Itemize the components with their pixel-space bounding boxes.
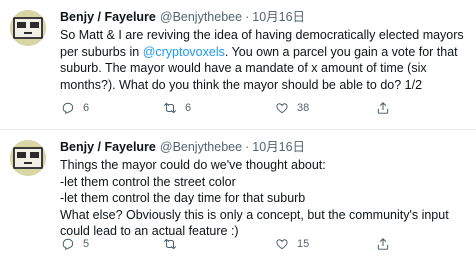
separator: · — [245, 140, 250, 154]
mention-link[interactable]: @cryptovoxels — [143, 45, 225, 59]
share-icon — [377, 238, 389, 250]
reply-count: 5 — [83, 238, 90, 250]
reply-button[interactable]: 5 — [61, 237, 89, 251]
share-icon — [377, 102, 389, 114]
share-button[interactable] — [376, 237, 398, 251]
like-count: 38 — [297, 102, 310, 114]
tweet-actions: 6 6 38 — [0, 101, 476, 119]
like-count: 15 — [297, 238, 310, 250]
tweet-date[interactable]: 10月16日 — [252, 139, 305, 155]
share-button[interactable] — [376, 101, 398, 115]
like-button[interactable]: 15 — [275, 237, 309, 251]
tweet[interactable]: Benjy / Fayelure @Benjythebee · 10月16日 S… — [0, 0, 476, 130]
avatar[interactable] — [10, 140, 46, 176]
tweet-text: So Matt & I are reviving the idea of hav… — [60, 27, 466, 93]
tweet-header: Benjy / Fayelure @Benjythebee · 10月16日 — [60, 138, 466, 156]
reply-icon — [62, 102, 74, 114]
retweet-count: 6 — [185, 102, 192, 114]
heart-icon — [276, 103, 288, 114]
author-handle[interactable]: @Benjythebee — [160, 139, 242, 155]
tweet-text: Things the mayor could do we've thought … — [60, 158, 449, 238]
separator: · — [245, 10, 250, 24]
like-button[interactable]: 38 — [275, 101, 309, 115]
heart-icon — [276, 239, 288, 250]
retweet-icon — [163, 102, 177, 114]
retweet-button[interactable] — [163, 237, 185, 251]
author-name[interactable]: Benjy / Fayelure — [60, 9, 156, 25]
tweet-header: Benjy / Fayelure @Benjythebee · 10月16日 — [60, 8, 466, 26]
retweet-icon — [163, 238, 177, 250]
tweet[interactable]: Benjy / Fayelure @Benjythebee · 10月16日 T… — [0, 130, 476, 268]
author-name[interactable]: Benjy / Fayelure — [60, 139, 156, 155]
tweet-actions: 5 15 — [0, 237, 476, 255]
reply-count: 6 — [83, 102, 90, 114]
avatar[interactable] — [10, 10, 46, 46]
reply-icon — [62, 238, 74, 250]
tweet-date[interactable]: 10月16日 — [252, 9, 305, 25]
reply-button[interactable]: 6 — [61, 101, 89, 115]
retweet-button[interactable]: 6 — [163, 101, 191, 115]
author-handle[interactable]: @Benjythebee — [160, 9, 242, 25]
